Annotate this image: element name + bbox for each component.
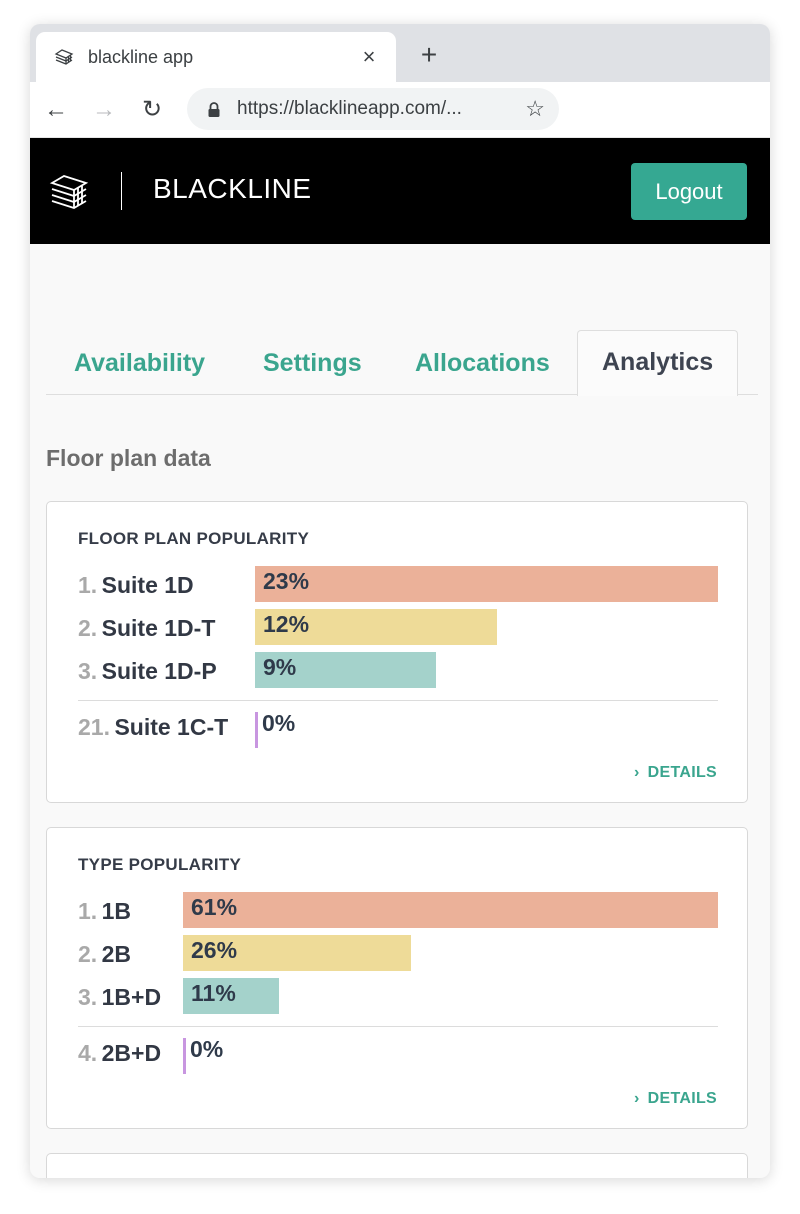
row-rank: 2. <box>78 941 98 967</box>
row-rank: 1. <box>78 898 98 924</box>
url-text: https://blacklineapp.com/... <box>237 98 462 119</box>
ranking-row: 3. 1B+D 11% <box>78 978 718 1016</box>
forward-icon[interactable]: → <box>89 95 119 125</box>
reload-icon[interactable]: ↻ <box>137 95 167 125</box>
ranking-row: 2. Suite 1D-T 12% <box>78 609 718 647</box>
row-label: 2B <box>101 941 132 967</box>
ranking-row: 1. 1B 61% <box>78 892 718 930</box>
blackline-logo-icon <box>48 170 92 214</box>
ranking-row: 4. 2B+D 0% <box>78 1034 718 1074</box>
row-rank: 2. <box>78 615 98 641</box>
row-label: 2B+D <box>101 1040 162 1066</box>
chevron-right-icon: › <box>634 764 640 781</box>
row-percent: 12% <box>263 611 310 637</box>
ranking-row: 2. 2B 26% <box>78 935 718 973</box>
ranking-row: 21. Suite 1C-T 0% <box>78 708 718 748</box>
row-label: 1B <box>101 898 132 924</box>
details-label: DETAILS <box>647 764 717 781</box>
row-percent: 0% <box>190 1036 224 1062</box>
tab-strip: blackline app × + <box>30 24 770 82</box>
ranking-row: 3. Suite 1D-P 9% <box>78 652 718 690</box>
logout-button[interactable]: Logout <box>631 163 747 220</box>
browser-toolbar: ← → ↻ https://blacklineapp.com/... ☆ <box>30 82 770 138</box>
tab-availability[interactable]: Availability <box>74 349 205 378</box>
card-title: FLOOR PLAN POPULARITY <box>78 529 310 548</box>
type-popularity-card: TYPE POPULARITY 1. 1B 61% 2. 2B 26% 3. 1… <box>46 827 748 1129</box>
tab-settings[interactable]: Settings <box>263 349 362 378</box>
lock-icon <box>207 102 221 117</box>
row-rank: 3. <box>78 984 98 1010</box>
browser-window: blackline app × + ← → ↻ https://blacklin… <box>30 24 770 1178</box>
favicon-icon <box>53 46 75 68</box>
browser-tab[interactable]: blackline app × <box>36 32 396 82</box>
row-percent: 61% <box>191 894 238 920</box>
row-label: Suite 1D <box>101 572 194 598</box>
nav-tabs: Availability Settings Allocations Analyt… <box>46 330 758 396</box>
row-rank: 1. <box>78 572 98 598</box>
bar <box>183 892 718 928</box>
details-link[interactable]: › DETAILS <box>634 1090 717 1108</box>
row-rank: 3. <box>78 658 98 684</box>
row-label: 1B+D <box>101 984 162 1010</box>
row-label: Suite 1C-T <box>114 714 229 740</box>
section-title: Floor plan data <box>46 445 211 471</box>
zero-marker <box>255 712 258 748</box>
main-content: Availability Settings Allocations Analyt… <box>30 244 770 1178</box>
floor-plan-popularity-card: FLOOR PLAN POPULARITY 1. Suite 1D 23% 2.… <box>46 501 748 803</box>
next-card <box>46 1153 748 1178</box>
tab-analytics[interactable]: Analytics <box>577 330 739 396</box>
row-percent: 26% <box>191 937 238 963</box>
back-icon[interactable]: ← <box>41 95 71 125</box>
address-bar[interactable]: https://blacklineapp.com/... ☆ <box>187 88 559 130</box>
ranking-row: 1. Suite 1D 23% <box>78 566 718 604</box>
row-rank: 4. <box>78 1040 98 1066</box>
row-label: Suite 1D-T <box>101 615 216 641</box>
details-link[interactable]: › DETAILS <box>634 764 717 782</box>
close-tab-icon[interactable]: × <box>354 44 384 70</box>
zero-marker <box>183 1038 186 1074</box>
bookmark-star-icon[interactable]: ☆ <box>525 96 545 122</box>
row-percent: 11% <box>191 980 236 1006</box>
new-tab-icon[interactable]: + <box>414 40 444 70</box>
bar <box>255 566 718 602</box>
chevron-right-icon: › <box>634 1090 640 1107</box>
row-percent: 0% <box>262 710 296 736</box>
row-rank: 21. <box>78 714 110 740</box>
card-title: TYPE POPULARITY <box>78 855 242 874</box>
row-label: Suite 1D-P <box>101 658 217 684</box>
row-percent: 9% <box>263 654 297 680</box>
app-header: BLACKLINE Logout <box>30 138 770 244</box>
row-percent: 23% <box>263 568 310 594</box>
row-separator <box>78 700 718 701</box>
tab-title: blackline app <box>88 46 194 67</box>
tab-allocations[interactable]: Allocations <box>415 349 550 378</box>
header-divider <box>121 172 122 210</box>
details-label: DETAILS <box>647 1090 717 1107</box>
brand-name: BLACKLINE <box>153 173 312 204</box>
row-separator <box>78 1026 718 1027</box>
